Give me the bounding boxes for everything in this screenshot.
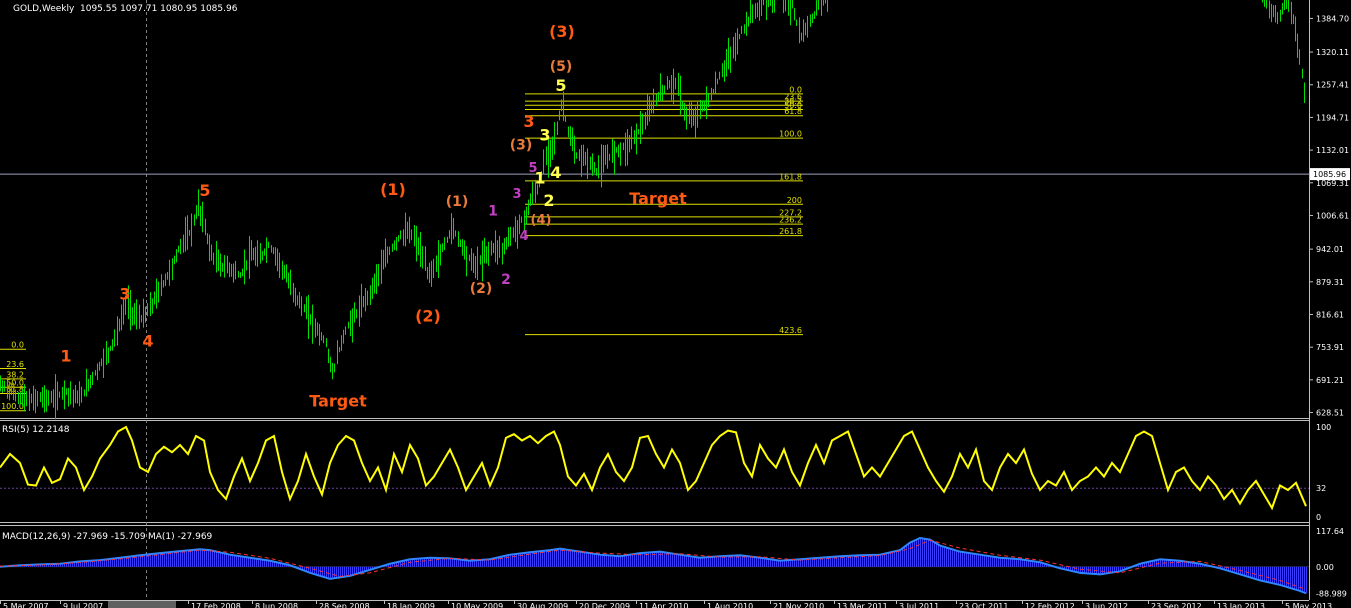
chart-svg[interactable]: 0.023.638.250.061.8100.00.023.638.250.06… [0, 0, 1351, 608]
time-tick-label: 28 Sep 2008 [319, 602, 370, 608]
wave-label: (2) [415, 307, 441, 326]
fib-right-level-label: 161.8 [779, 172, 802, 181]
time-tick-label: 23 Oct 2011 [959, 602, 1008, 608]
time-tick-label: 20 Dec 2009 [579, 602, 630, 608]
ohlc-label: 1095.55 1097.71 1080.95 1085.96 [80, 4, 238, 14]
fib-right-level-label: 200 [787, 196, 802, 205]
wave-label: 4 [142, 332, 153, 351]
price-tick-label: 1132.01 [1316, 146, 1349, 155]
rsi-panel[interactable] [0, 425, 1309, 511]
wave-label: 1 [488, 203, 498, 219]
panel-frames [0, 0, 1310, 601]
price-tick-label: 691.21 [1316, 376, 1344, 385]
wave-label: 2 [543, 191, 554, 210]
price-tick-label: 942.01 [1316, 245, 1344, 254]
time-tick-label: 5 Mar 2007 [3, 602, 49, 608]
macd-tick-label: 117.64 [1316, 527, 1344, 536]
macd-ma-label: MA(1) -27.969 [148, 532, 213, 542]
macd-histogram [2, 538, 1307, 594]
price-tick-label: 1006.61 [1316, 211, 1349, 220]
fib-right-level-label: 61.8 [784, 107, 802, 116]
time-cursor-box [108, 601, 176, 608]
time-tick-label: 23 Sep 2012 [1151, 602, 1202, 608]
wave-label: 4 [519, 229, 528, 244]
price-tick-label: 1194.71 [1316, 113, 1349, 122]
macd-tick-label: 0.00 [1316, 563, 1334, 572]
wave-label: 3 [539, 126, 550, 145]
fib-right-level-label: 100.0 [779, 130, 802, 139]
price-tick-label: 816.61 [1316, 310, 1344, 319]
price-tick-label: 628.51 [1316, 409, 1344, 418]
price-tick-label: 879.31 [1316, 278, 1344, 287]
wave-label: 5 [555, 76, 566, 95]
chart-window: 0.0 23.6 38.2 50.0 61.8 100.0 0.0 23.6 38.2 50.0 6… [0, 0, 1351, 608]
fib-right-level-label: 261.8 [779, 227, 802, 236]
wave-label: (1) [446, 194, 469, 210]
panel-labels: GOLD,Weekly 1095.55 1097.71 1080.95 1085… [2, 4, 238, 542]
price-tick-label: 1320.11 [1316, 48, 1349, 57]
macd-tick-label: -88.989 [1316, 590, 1347, 599]
symbol-label: GOLD,Weekly [13, 4, 75, 14]
time-tick-label: 5 May 2013 [1285, 602, 1332, 608]
current-price-label: 1085.96 [1313, 170, 1346, 179]
macd-panel[interactable] [0, 537, 1309, 595]
fib-left-level-label: 0.0 [11, 341, 24, 350]
wave-label: 3 [119, 285, 130, 304]
wave-label: 5 [199, 181, 210, 200]
wave-label: (2) [470, 281, 493, 297]
macd-label: MACD(12,26,9) -27.969 -15.709 [2, 532, 146, 542]
time-tick-label: 13 Mar 2011 [837, 602, 888, 608]
wave-label: Target [309, 392, 367, 411]
wave-label: (5) [550, 59, 573, 75]
wave-label: Target [629, 189, 687, 208]
time-tick-label: 3 Jul 2011 [899, 602, 939, 608]
rsi-line[interactable] [0, 425, 1307, 511]
wave-label: 4 [550, 163, 561, 182]
wave-label: (3) [549, 22, 575, 41]
wave-label: 3 [512, 187, 521, 202]
time-tick-label: 17 Feb 2008 [191, 602, 241, 608]
price-tick-label: 753.91 [1316, 343, 1344, 352]
fib-right-level-label: 423.6 [779, 326, 802, 335]
fib-left-level-label: 23.6 [6, 360, 24, 369]
time-axis: 5 Mar 2007 9 Jul 2007 17 Feb 2008 8 Jun 200… [0, 600, 1332, 608]
price-tick-label: 1257.41 [1316, 81, 1349, 90]
wave-label: (3) [510, 138, 533, 154]
wave-label: 3 [523, 112, 534, 131]
time-tick-label: 9 Jul 2007 [63, 602, 103, 608]
time-tick-label: 8 Jun 2008 [255, 602, 298, 608]
price-axis: 1384.70 1320.11 1257.41 1194.71 1132.01 1069.… [1309, 14, 1350, 599]
fib-right-level-label: 236.2 [779, 216, 802, 225]
price-tick-label: 1069.31 [1316, 179, 1349, 188]
wave-label: 1 [60, 347, 71, 366]
wave-label: 2 [501, 272, 511, 288]
time-tick-label: 12 Feb 2012 [1025, 602, 1075, 608]
price-bars[interactable] [0, 0, 828, 420]
rsi-tick-label: 0 [1316, 513, 1321, 522]
time-tick-label: 3 Jun 2012 [1085, 602, 1128, 608]
time-tick-label: 10 May 2009 [451, 602, 503, 608]
price-bars-right[interactable] [1262, 0, 1305, 104]
time-tick-label: 13 Jan 2013 [1217, 602, 1265, 608]
rsi-tick-label: 32 [1316, 484, 1326, 493]
price-tick-label: 1384.70 [1316, 14, 1349, 23]
main-panel[interactable]: 0.023.638.250.061.8100.00.023.638.250.06… [0, 0, 1309, 420]
time-tick-label: 30 Aug 2009 [517, 602, 568, 608]
rsi-tick-label: 100 [1316, 423, 1331, 432]
time-tick-label: 11 Apr 2010 [639, 602, 688, 608]
time-tick-label: 21 Nov 2010 [773, 602, 824, 608]
time-tick-label: 18 Jan 2009 [387, 602, 435, 608]
rsi-label: RSI(5) 12.2148 [2, 425, 70, 435]
wave-label: (1) [380, 180, 406, 199]
wave-label: (4) [531, 213, 552, 228]
time-tick-label: 1 Aug 2010 [707, 602, 753, 608]
wave-label: 1 [534, 168, 545, 187]
